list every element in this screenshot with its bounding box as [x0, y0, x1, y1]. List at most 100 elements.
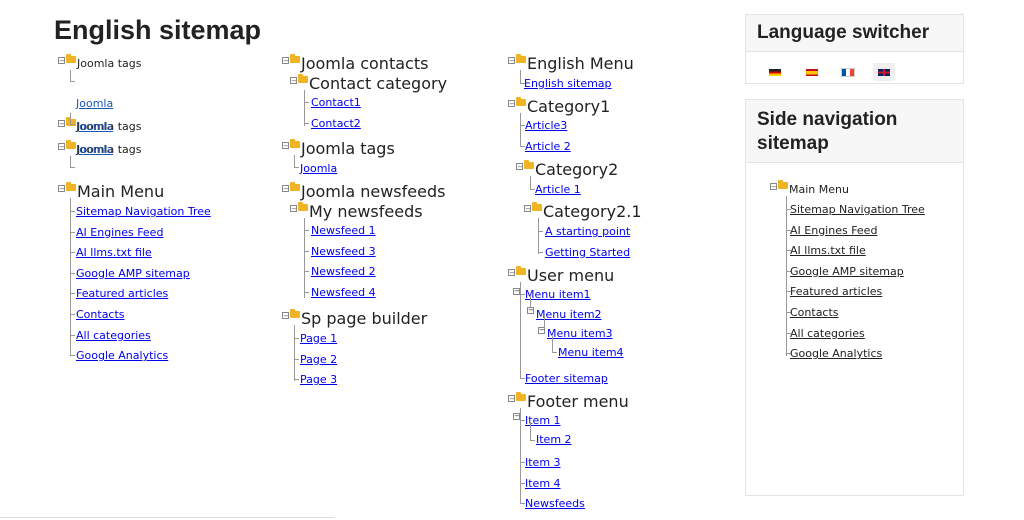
tree-connector [538, 231, 543, 232]
side-link-all-categories[interactable]: All categories [790, 324, 865, 344]
tree-connector [530, 440, 535, 441]
tree-link-article-1[interactable]: Article 1 [535, 180, 581, 200]
collapse-icon[interactable]: − [524, 205, 531, 213]
tree-link-newsfeed-2[interactable]: Newsfeed 2 [311, 262, 376, 282]
tree-connector [70, 198, 71, 356]
side-link-ai-engines-feed[interactable]: AI Engines Feed [790, 221, 877, 241]
collapse-icon[interactable]: − [282, 312, 289, 320]
collapse-icon[interactable]: − [508, 395, 515, 403]
collapse-icon[interactable]: − [770, 183, 777, 191]
tree-connector [304, 90, 305, 126]
collapse-icon[interactable]: − [58, 185, 65, 193]
language-flags [764, 63, 904, 83]
folder-icon [298, 202, 308, 211]
tree-connector [520, 70, 521, 83]
tree-connector [552, 352, 557, 353]
collapse-icon[interactable]: − [58, 143, 65, 151]
tree-link-item-3[interactable]: Item 3 [525, 453, 561, 473]
tree-connector [70, 272, 75, 274]
collapse-icon[interactable]: − [527, 307, 534, 314]
tree-link-item-2[interactable]: Item 2 [536, 430, 572, 450]
tree-connector [70, 334, 75, 336]
tree-link-contact2[interactable]: Contact2 [311, 114, 361, 134]
collapse-icon[interactable]: − [513, 413, 520, 420]
collapse-icon[interactable]: − [516, 163, 523, 171]
flag-es-icon[interactable] [801, 63, 823, 81]
tree-link-sitemap-navigation-tree[interactable]: Sitemap Navigation Tree [76, 202, 211, 222]
folder-icon [66, 54, 76, 63]
tree-link-page-1[interactable]: Page 1 [300, 329, 337, 349]
tree-connector [294, 358, 299, 360]
tree-link-newsfeeds[interactable]: Newsfeeds [525, 494, 585, 514]
collapse-icon[interactable]: − [290, 205, 297, 213]
tree-connector [294, 155, 295, 167]
folder-icon [524, 160, 534, 169]
side-link-google-amp-sitemap[interactable]: Google AMP sitemap [790, 262, 904, 282]
side-navigation-panel: Side navigation sitemap − Main Menu Sitema… [745, 99, 964, 496]
tree-link-english-sitemap[interactable]: English sitemap [524, 74, 612, 94]
tree-connector [70, 314, 75, 315]
tree-link-a-starting-point[interactable]: A starting point [545, 222, 630, 242]
side-link-contacts[interactable]: Contacts [790, 303, 839, 323]
side-navigation-title: Side navigation sitemap [746, 100, 963, 163]
side-link-ai-llms-txt-file[interactable]: AI llms.txt file [790, 241, 866, 261]
tree-connector [294, 338, 299, 339]
tree-link-footer-sitemap[interactable]: Footer sitemap [525, 369, 608, 389]
tree-link-page-3[interactable]: Page 3 [300, 370, 337, 390]
flag-gb-icon[interactable] [873, 63, 895, 81]
tree-link-contact1[interactable]: Contact1 [311, 93, 361, 113]
tree-link-newsfeed-1[interactable]: Newsfeed 1 [311, 221, 376, 241]
collapse-icon[interactable]: − [508, 57, 515, 65]
tree-connector [304, 230, 309, 231]
folder-icon [290, 182, 300, 191]
tree-link-getting-started[interactable]: Getting Started [545, 243, 630, 263]
tree-connector [70, 211, 75, 212]
tree-link-joomla[interactable]: Joomla [76, 140, 113, 160]
tree-link-menu-item1[interactable]: Menu item1 [525, 285, 591, 305]
tree-folder-joomla-tags[interactable]: − Joomla tags [58, 54, 258, 74]
tree-link-article-2[interactable]: Article 2 [525, 137, 571, 157]
folder-icon [516, 54, 526, 63]
tree-link-google-amp-sitemap[interactable]: Google AMP sitemap [76, 264, 190, 284]
folder-icon [516, 266, 526, 275]
collapse-icon[interactable]: − [282, 57, 289, 65]
tree-link-menu-item4[interactable]: Menu item4 [558, 343, 624, 363]
tree-link-newsfeed-3[interactable]: Newsfeed 3 [311, 242, 376, 262]
collapse-icon[interactable]: − [508, 269, 515, 277]
tree-connector [70, 355, 75, 357]
side-link-featured-articles[interactable]: Featured articles [790, 282, 882, 302]
tree-connector [304, 123, 309, 124]
tree-connector [530, 422, 531, 440]
side-link-sitemap-navigation-tree[interactable]: Sitemap Navigation Tree [790, 200, 925, 220]
collapse-icon[interactable]: − [58, 57, 65, 65]
flag-de-icon[interactable] [764, 63, 786, 81]
language-switcher-panel: Language switcher [745, 14, 964, 84]
folder-icon [778, 180, 788, 189]
folder-icon [66, 182, 76, 191]
tree-link-joomla[interactable]: Joomla [300, 159, 337, 179]
tree-connector [530, 176, 531, 189]
divider [0, 517, 335, 518]
tree-link-item-4[interactable]: Item 4 [525, 474, 561, 494]
collapse-icon[interactable]: − [290, 77, 297, 85]
tree-link-ai-llms-txt-file[interactable]: AI llms.txt file [76, 243, 152, 263]
tree-link-page-2[interactable]: Page 2 [300, 350, 337, 370]
tree-link-featured-articles[interactable]: Featured articles [76, 284, 168, 304]
collapse-icon[interactable]: − [513, 288, 520, 295]
side-link-google-analytics[interactable]: Google Analytics [790, 344, 882, 364]
tree-link-menu-item2[interactable]: Menu item2 [536, 305, 602, 325]
tree-link-all-categories[interactable]: All categories [76, 326, 151, 346]
collapse-icon[interactable]: − [282, 185, 289, 193]
collapse-icon[interactable]: − [538, 327, 545, 334]
tree-link-newsfeed-4[interactable]: Newsfeed 4 [311, 283, 376, 303]
tree-link-google-analytics[interactable]: Google Analytics [76, 346, 168, 366]
tree-link-article3[interactable]: Article3 [525, 116, 567, 136]
sitemap-column-1: − Joomla tags Joomla − Joomla tags Jooml… [58, 54, 258, 174]
tree-connector [520, 408, 521, 504]
tree-link-contacts[interactable]: Contacts [76, 305, 125, 325]
flag-fr-icon[interactable] [837, 63, 859, 81]
tree-link-menu-item3[interactable]: Menu item3 [547, 324, 613, 344]
tree-link-ai-engines-feed[interactable]: AI Engines Feed [76, 223, 163, 243]
collapse-icon[interactable]: − [282, 142, 289, 150]
collapse-icon[interactable]: − [508, 100, 515, 108]
